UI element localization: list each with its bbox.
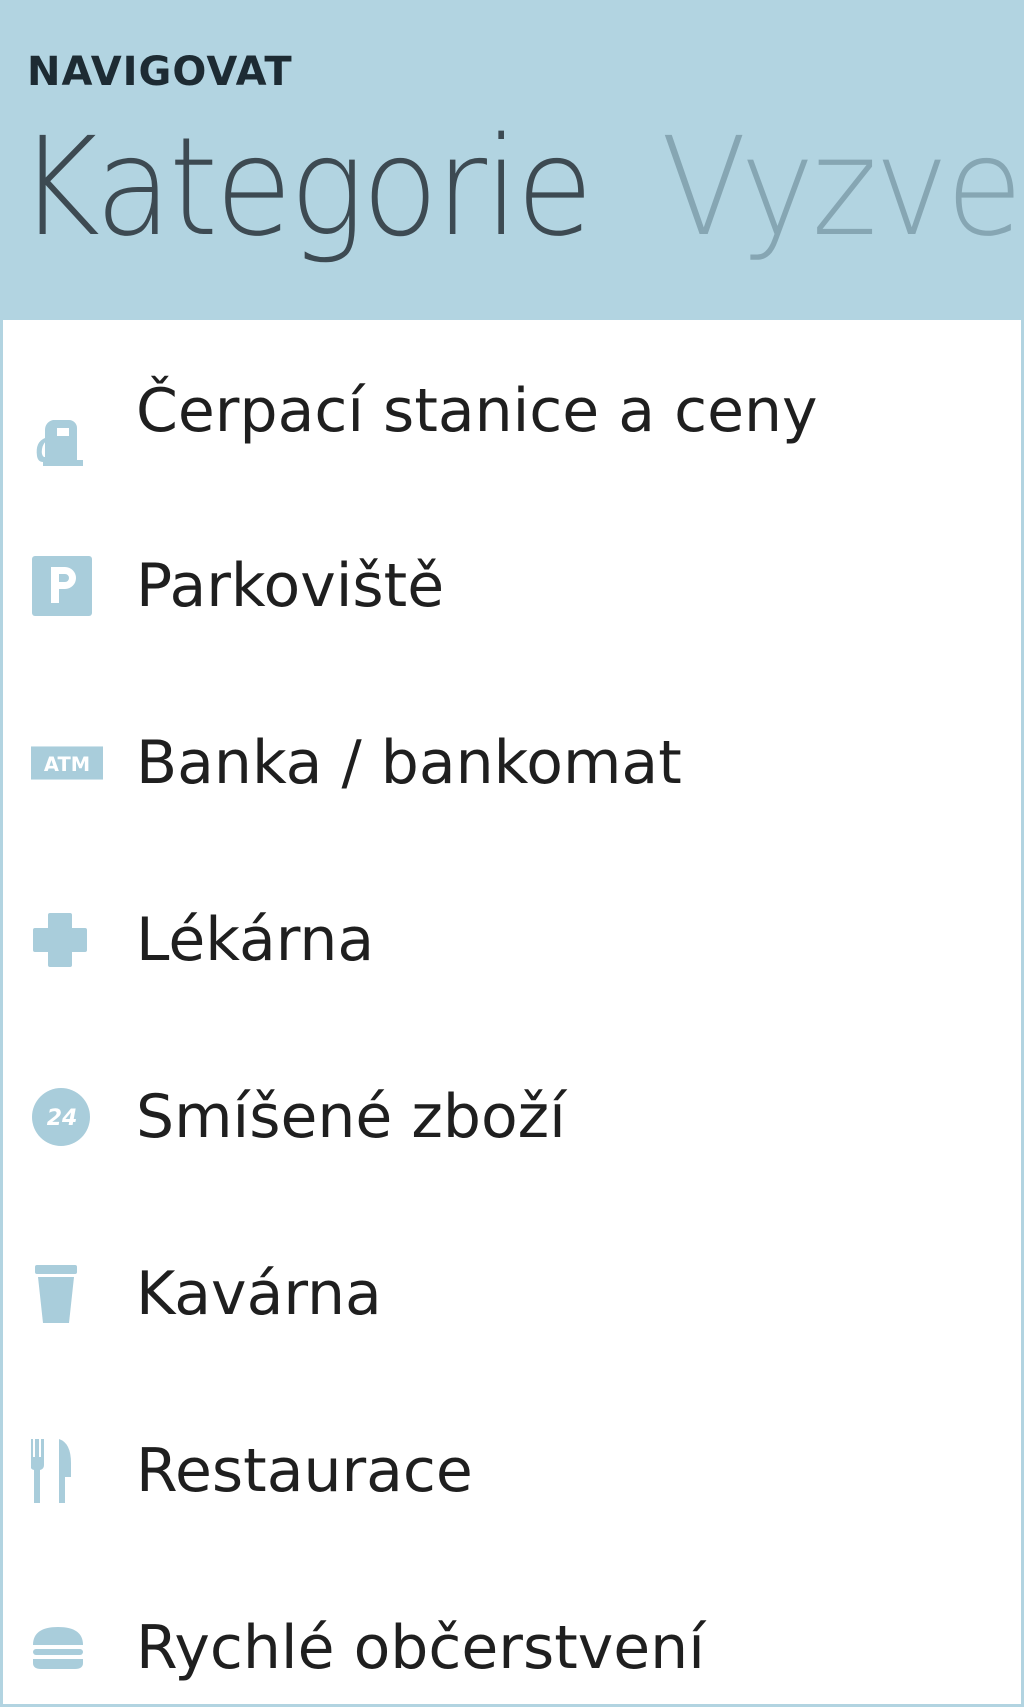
category-item-parking[interactable]: Parkoviště — [3, 497, 1021, 674]
category-item-fuel[interactable]: Čerpací stanice a ceny — [3, 320, 1021, 497]
navigation-screen: NAVIGOVAT Kategorie Vyzve Čerpací stanic… — [0, 0, 1024, 1707]
category-item-restaurant[interactable]: Restaurace — [3, 1382, 1021, 1559]
category-label: Rychlé občerstvení — [136, 1612, 705, 1683]
category-item-fastfood[interactable]: Rychlé občerstvení — [3, 1559, 1021, 1707]
tab-vyzve[interactable]: Vyzve — [661, 108, 1023, 268]
category-label: Parkoviště — [136, 550, 445, 621]
tab-kategorie[interactable]: Kategorie — [18, 108, 593, 268]
category-item-pharmacy[interactable]: Lékárna — [3, 851, 1021, 1028]
category-label: Smíšené zboží — [136, 1081, 566, 1152]
category-item-cafe[interactable]: Kavárna — [3, 1205, 1021, 1382]
category-item-store[interactable]: 24 Smíšené zboží — [3, 1028, 1021, 1205]
coffee-cup-icon — [31, 1262, 103, 1326]
category-label: Kavárna — [136, 1258, 382, 1329]
parking-icon — [31, 554, 103, 618]
pivot-tabs: Kategorie Vyzve — [18, 108, 1024, 268]
category-label: Lékárna — [136, 904, 375, 975]
atm-icon: ATM — [31, 731, 103, 795]
svg-text:ATM: ATM — [44, 752, 90, 775]
category-label: Čerpací stanice a ceny — [136, 375, 818, 446]
category-label: Restaurace — [136, 1435, 473, 1506]
category-list-panel: Čerpací stanice a ceny Parkoviště ATM Ba… — [0, 320, 1024, 1707]
category-item-atm[interactable]: ATM Banka / bankomat — [3, 674, 1021, 851]
category-list: Čerpací stanice a ceny Parkoviště ATM Ba… — [3, 320, 1021, 1707]
pharmacy-cross-icon — [31, 908, 103, 972]
category-label: Banka / bankomat — [136, 727, 682, 798]
store-24-icon: 24 — [31, 1085, 103, 1149]
header: NAVIGOVAT Kategorie Vyzve — [0, 0, 1024, 320]
fork-knife-icon — [31, 1438, 103, 1503]
burger-icon — [31, 1616, 103, 1680]
svg-text:24: 24 — [47, 1106, 78, 1131]
fuel-pump-icon — [31, 411, 103, 475]
app-title: NAVIGOVAT — [27, 49, 293, 95]
